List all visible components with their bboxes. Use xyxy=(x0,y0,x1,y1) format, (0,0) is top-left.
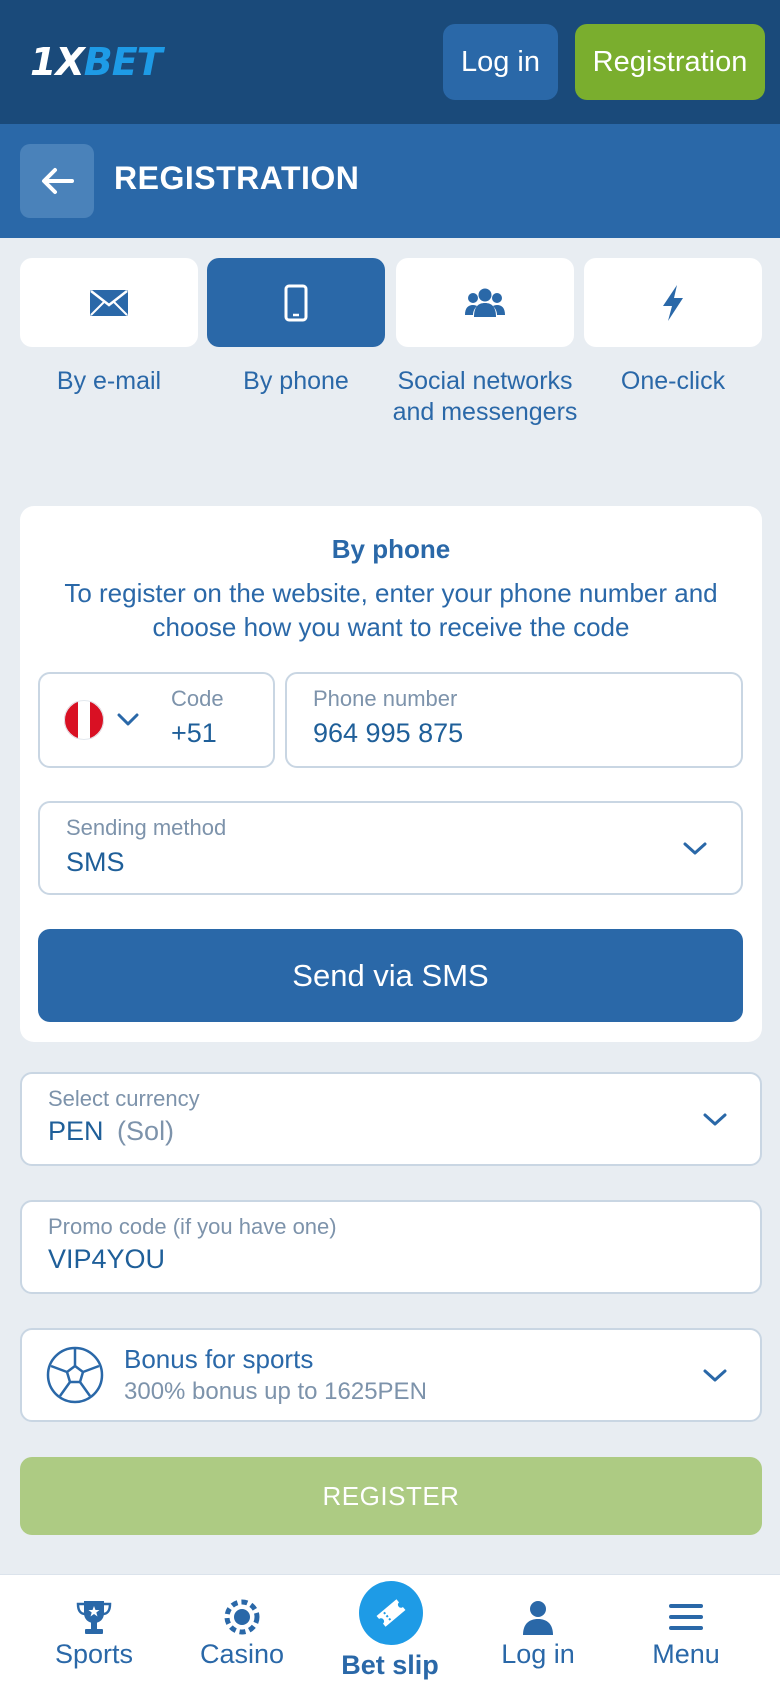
trophy-icon xyxy=(76,1601,112,1634)
phone-icon xyxy=(284,284,308,321)
top-bar: 1XBET Log in Registration xyxy=(0,0,780,124)
bonus-title: Bonus for sports xyxy=(124,1344,314,1374)
promo-code-input[interactable]: Promo code (if you have one) VIP4YOU xyxy=(20,1200,762,1294)
tab-one-click[interactable] xyxy=(584,258,762,347)
tab-by-email-label: By e-mail xyxy=(56,367,162,395)
nav-casino-label: Casino xyxy=(199,1639,285,1669)
users-icon xyxy=(465,288,505,317)
phone-registration-card: By phone To register on the website, ent… xyxy=(20,506,762,1042)
peru-flag-icon xyxy=(64,700,104,740)
envelope-icon xyxy=(90,289,128,316)
lightning-icon xyxy=(663,284,683,321)
menu-icon xyxy=(669,1604,703,1630)
nav-menu-label: Menu xyxy=(652,1639,720,1669)
currency-value: PEN (Sol) xyxy=(48,1116,174,1147)
currency-label: Select currency xyxy=(48,1086,200,1111)
form-title: By phone xyxy=(331,534,451,564)
country-code-select[interactable]: Code +51 xyxy=(38,672,275,768)
tab-one-click-label: One-click xyxy=(620,367,726,395)
currency-select[interactable]: Select currency PEN (Sol) xyxy=(20,1072,762,1166)
currency-name: (Sol) xyxy=(117,1116,175,1146)
casino-chip-icon xyxy=(224,1599,260,1635)
code-value: +51 xyxy=(171,718,217,748)
nav-casino[interactable]: Casino xyxy=(164,1575,320,1689)
promo-code-label: Promo code (if you have one) xyxy=(48,1214,337,1239)
nav-sports-label: Sports xyxy=(54,1639,134,1669)
tab-social-networks[interactable] xyxy=(396,258,574,347)
page-header: REGISTRATION xyxy=(0,124,780,238)
send-via-sms-button[interactable]: Send via SMS xyxy=(38,929,743,1022)
ticket-icon xyxy=(376,1599,406,1627)
nav-sports[interactable]: Sports xyxy=(16,1575,172,1689)
tab-by-email[interactable] xyxy=(20,258,198,347)
tab-social-networks-label: Social networks and messengers xyxy=(392,367,578,426)
chevron-down-icon xyxy=(703,1369,727,1382)
promo-code-value: VIP4YOU xyxy=(48,1244,166,1274)
registration-button[interactable]: Registration xyxy=(575,24,765,100)
arrow-left-icon xyxy=(42,168,74,194)
phone-number-input[interactable]: Phone number 964 995 875 xyxy=(285,672,743,768)
nav-login-label: Log in xyxy=(501,1639,575,1669)
phone-number-value: 964 995 875 xyxy=(313,718,464,748)
register-button[interactable]: REGISTER xyxy=(20,1457,762,1535)
nav-login[interactable]: Log in xyxy=(460,1575,616,1689)
code-label: Code xyxy=(171,686,224,711)
sending-method-select[interactable]: Sending method SMS xyxy=(38,801,743,895)
bonus-subtitle: 300% bonus up to 1625PEN xyxy=(124,1378,427,1405)
sending-method-value: SMS xyxy=(66,847,125,877)
nav-bet-slip-label: Bet slip xyxy=(341,1650,439,1680)
soccer-ball-icon xyxy=(46,1346,104,1404)
logo-part-1: 1X xyxy=(30,40,85,84)
tab-by-phone-label: By phone xyxy=(243,367,349,395)
sending-method-label: Sending method xyxy=(66,815,227,840)
logo-part-2: BET xyxy=(83,40,163,84)
currency-code: PEN xyxy=(48,1116,104,1146)
bonus-select[interactable]: Bonus for sports 300% bonus up to 1625PE… xyxy=(20,1328,762,1422)
tab-by-phone[interactable] xyxy=(207,258,385,347)
nav-bet-slip[interactable] xyxy=(359,1581,423,1645)
phone-number-label: Phone number xyxy=(313,686,458,711)
login-button[interactable]: Log in xyxy=(443,24,558,100)
page-title: REGISTRATION xyxy=(114,160,360,196)
form-description: To register on the website, enter your p… xyxy=(64,578,718,642)
logo[interactable]: 1XBET xyxy=(30,40,163,84)
chevron-down-icon xyxy=(703,1113,727,1126)
chevron-down-icon xyxy=(117,713,139,726)
nav-menu[interactable]: Menu xyxy=(608,1575,764,1689)
back-button[interactable] xyxy=(20,144,94,218)
chevron-down-icon xyxy=(683,842,707,855)
user-icon xyxy=(523,1601,553,1635)
